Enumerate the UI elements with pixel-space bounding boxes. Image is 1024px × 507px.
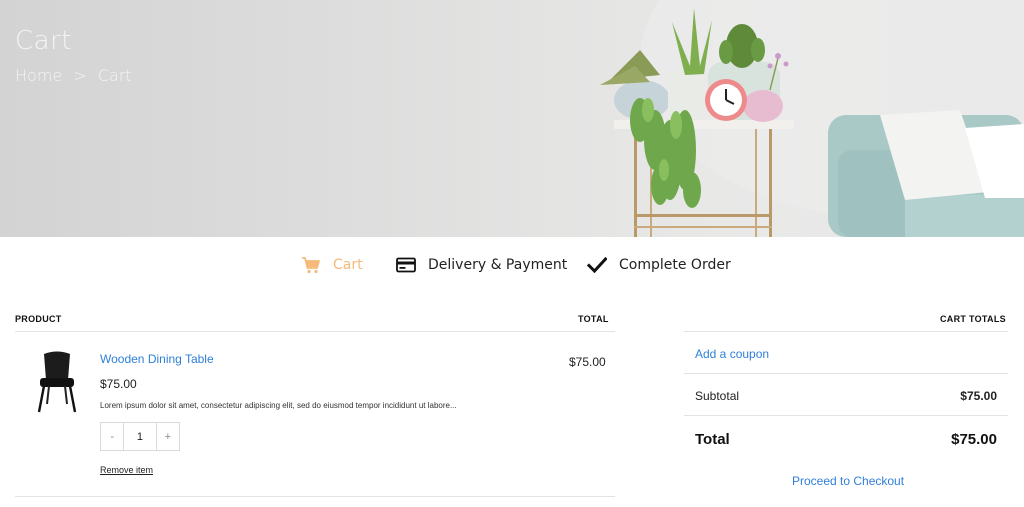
product-column-header: PRODUCT [15,314,62,324]
step-cart-label: Cart [333,257,363,273]
cart-icon [301,256,321,274]
product-description: Lorem ipsum dolor sit amet, consectetur … [100,401,457,410]
coupon-divider [684,373,1008,374]
breadcrumb-home-link[interactable]: Home [15,66,62,85]
product-line-total: $75.00 [569,355,606,369]
total-label: Total [695,431,730,448]
add-coupon-link[interactable]: Add a coupon [695,347,769,361]
product-thumbnail [37,351,77,413]
subtotal-value: $75.00 [960,389,997,403]
total-value: $75.00 [951,431,997,448]
hero-background-image [600,0,1024,237]
quantity-decrement-button[interactable]: - [101,423,123,450]
cart-totals-divider [684,331,1008,332]
table-header-divider [15,331,615,332]
remove-item-link[interactable]: Remove item [100,465,153,475]
step-complete-order-label: Complete Order [619,257,731,273]
subtotal-label: Subtotal [695,389,740,403]
table-row-divider [15,496,615,497]
proceed-to-checkout-link[interactable]: Proceed to Checkout [792,474,904,488]
quantity-increment-button[interactable]: + [157,423,179,450]
checkout-steps: Cart Delivery & Payment Complete Order [0,250,1024,280]
step-delivery-payment-label: Delivery & Payment [428,257,568,273]
step-cart[interactable]: Cart [301,250,363,280]
page-title: Cart [15,26,72,56]
product-price: $75.00 [100,377,137,391]
step-complete-order[interactable]: Complete Order [587,250,731,280]
sofa [828,110,1024,237]
cart-totals-header: CART TOTALS [940,314,1006,324]
hero-banner: Cart Home > Cart [0,0,1024,237]
checkmark-icon [587,257,607,273]
breadcrumb-current: Cart [97,66,132,85]
quantity-stepper: - 1 + [100,422,180,451]
total-column-header: TOTAL [578,314,609,324]
quantity-input[interactable]: 1 [123,423,157,450]
product-name-link[interactable]: Wooden Dining Table [100,352,214,366]
breadcrumb: Home > Cart [15,66,138,85]
subtotal-divider [684,415,1008,416]
step-delivery-payment[interactable]: Delivery & Payment [396,250,567,280]
credit-card-icon [396,257,416,273]
breadcrumb-separator: > [73,66,87,85]
